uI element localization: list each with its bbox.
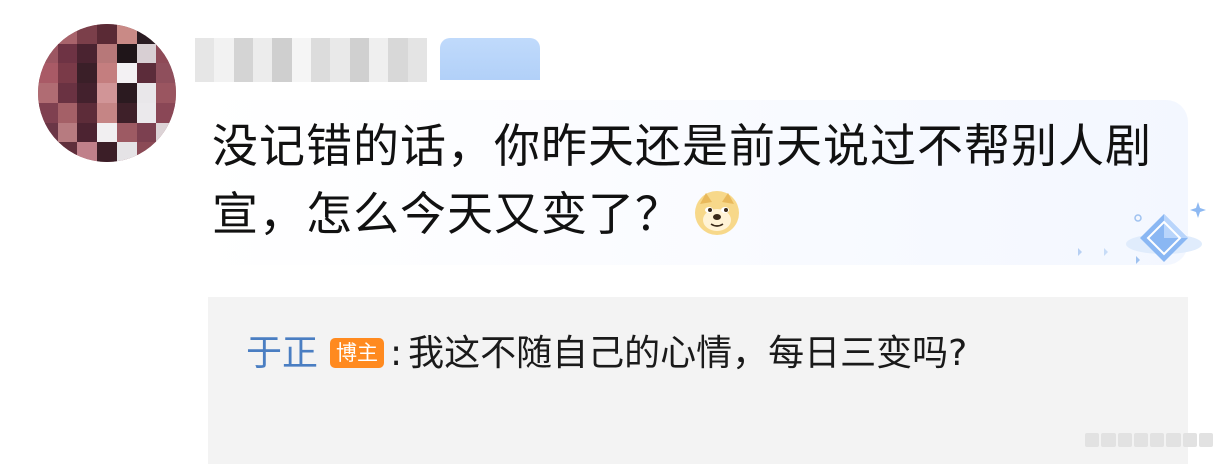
owner-badge: 博主 — [330, 338, 385, 368]
user-badge-blurred — [440, 38, 540, 80]
reply-colon: : — [390, 333, 403, 374]
doge-emoji-icon — [695, 191, 739, 235]
comment-text: 没记错的话，你昨天还是前天说过不帮别人剧宣，怎么今天又变了？ — [212, 119, 1152, 241]
username-blurred[interactable] — [195, 38, 427, 82]
comment-text-block: 没记错的话，你昨天还是前天说过不帮别人剧宣，怎么今天又变了？ — [212, 112, 1152, 248]
reply-author-link[interactable]: 于正 — [246, 333, 318, 374]
comment-screenshot: 没记错的话，你昨天还是前天说过不帮别人剧宣，怎么今天又变了？ 于正 博主: 我这不随… — [0, 0, 1228, 464]
watermark — [1085, 430, 1213, 450]
reply-content: 于正 博主: 我这不随自己的心情，每日三变吗? — [246, 326, 1146, 382]
avatar[interactable] — [38, 24, 176, 162]
reply-text: 我这不随自己的心情，每日三变吗? — [408, 333, 968, 374]
diamond-badge-icon — [1078, 202, 1206, 264]
